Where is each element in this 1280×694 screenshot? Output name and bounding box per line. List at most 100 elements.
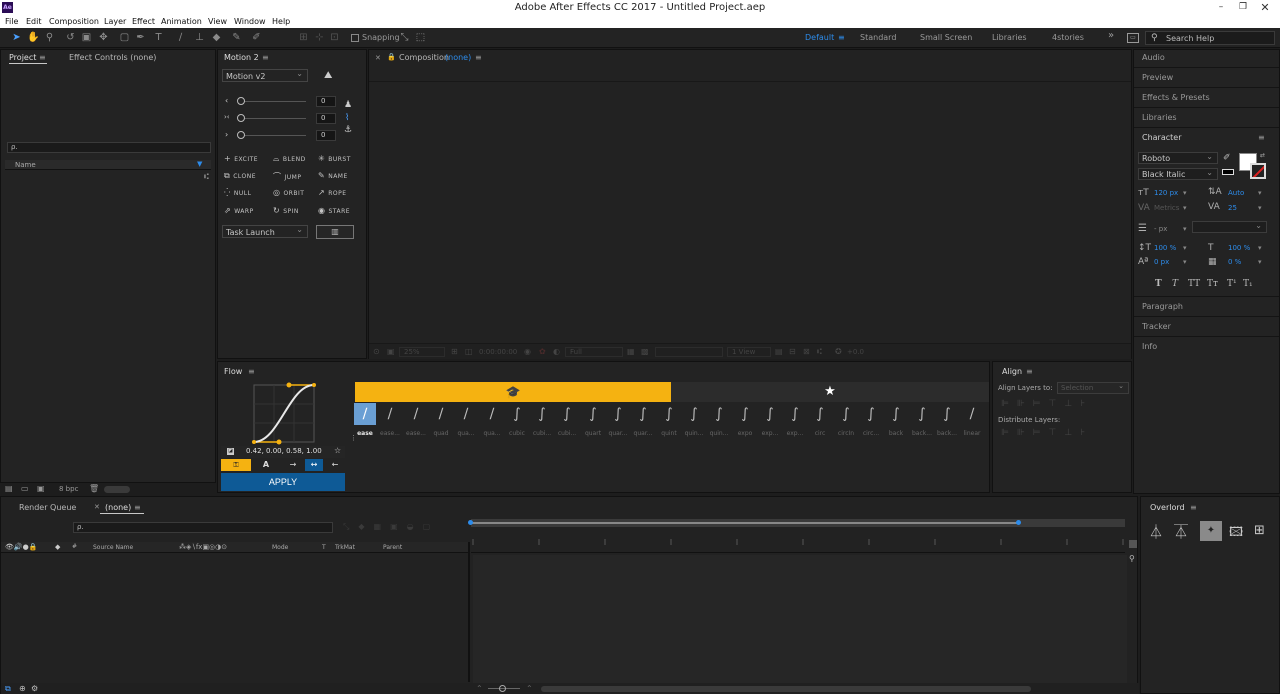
ease-curve-icon[interactable]: ∫: [760, 402, 780, 426]
ease-curve-icon[interactable]: ∕: [355, 402, 375, 426]
flowchart-icon[interactable]: ⑆: [204, 172, 209, 181]
align-menu-icon[interactable]: ≡: [1026, 367, 1033, 376]
ease-curve-icon[interactable]: ∫: [659, 402, 679, 426]
apply-button[interactable]: APPLY: [221, 473, 345, 491]
camera-view-dropdown[interactable]: [655, 347, 723, 357]
ease-preset-label[interactable]: quad: [430, 430, 452, 437]
ease-curve-icon[interactable]: ∫: [836, 402, 856, 426]
leading-chevron-icon[interactable]: ▾: [1258, 189, 1262, 197]
axis-world-icon[interactable]: ⊹: [313, 31, 326, 44]
timeline-splitter[interactable]: [468, 542, 470, 682]
snapshot-icon[interactable]: ◉: [524, 347, 531, 356]
menu-window[interactable]: Window: [234, 17, 266, 26]
slider-knob-2[interactable]: [237, 114, 245, 122]
tab-effect-controls[interactable]: Effect Controls (none): [69, 53, 156, 62]
project-menu-icon[interactable]: ≡: [39, 53, 46, 62]
flow-menu-icon[interactable]: ≡: [248, 367, 255, 376]
panel-info[interactable]: Info: [1142, 342, 1157, 351]
workspace-menu-icon[interactable]: ≡: [838, 33, 845, 42]
ease-preset-label[interactable]: ease...: [379, 430, 401, 437]
ease-curve-icon[interactable]: ∫: [557, 402, 577, 426]
close-timeline-icon[interactable]: ✕: [94, 503, 100, 511]
bezier-curve-graph[interactable]: [220, 380, 345, 446]
superscript-button[interactable]: T¹: [1227, 279, 1237, 289]
resolution-dropdown[interactable]: Full: [565, 347, 623, 357]
black-white-swatch-icon[interactable]: [1222, 169, 1234, 175]
tracking-value[interactable]: 25: [1228, 204, 1237, 212]
ease-preset-label[interactable]: quar...: [607, 430, 629, 437]
kerning-chevron-icon[interactable]: ▾: [1183, 204, 1187, 212]
ease-preset-label[interactable]: circ...: [860, 430, 882, 437]
eraser-tool-icon[interactable]: ◆: [210, 31, 223, 44]
tsume-value[interactable]: 0 %: [1228, 258, 1241, 266]
ease-curve-icon[interactable]: ∕: [380, 402, 400, 426]
work-area-start-handle[interactable]: [468, 520, 473, 525]
source-name-header[interactable]: Source Name: [93, 544, 133, 551]
ease-curve-icon[interactable]: ∫: [709, 402, 729, 426]
baseline-shift-chevron-icon[interactable]: ▾: [1183, 258, 1187, 266]
switches-header-icons[interactable]: ⁂◈∖fx▣◎◑⊙: [179, 543, 227, 551]
menu-help[interactable]: Help: [272, 17, 290, 26]
ease-preset-label[interactable]: linear: [961, 430, 983, 437]
ease-preset-label[interactable]: cubic: [506, 430, 528, 437]
ease-curve-icon[interactable]: ∫: [684, 402, 704, 426]
menu-file[interactable]: File: [5, 17, 18, 26]
swap-colors-icon[interactable]: ⇄: [1260, 152, 1265, 159]
render-time-icon[interactable]: ⚙: [31, 684, 38, 693]
stroke-style-dropdown[interactable]: [1192, 221, 1267, 233]
ease-curve-icon[interactable]: ∫: [785, 402, 805, 426]
timeline-switch-icons[interactable]: ⤡◆▦▣◒▢: [343, 522, 439, 532]
name-column-label[interactable]: Name: [15, 161, 36, 169]
snapping-checkbox[interactable]: [351, 34, 359, 42]
baseline-shift-value[interactable]: 0 px: [1154, 258, 1169, 266]
ease-curve-icon[interactable]: ∫: [861, 402, 881, 426]
menu-layer[interactable]: Layer: [104, 17, 126, 26]
panel-audio[interactable]: Audio: [1142, 53, 1165, 62]
font-size-chevron-icon[interactable]: ▾: [1183, 189, 1187, 197]
menu-animation[interactable]: Animation: [161, 17, 202, 26]
ease-curve-icon[interactable]: ∫: [583, 402, 603, 426]
axis-local-icon[interactable]: ⊞: [297, 31, 310, 44]
ease-preset-label[interactable]: quin...: [683, 430, 705, 437]
zoom-slider-knob[interactable]: [499, 685, 506, 692]
composition-name[interactable]: (none): [445, 53, 471, 62]
brush-tool-icon[interactable]: ∕: [174, 31, 187, 44]
hand-tool-icon[interactable]: ✋: [27, 31, 40, 44]
interpret-footage-icon[interactable]: ▤: [5, 484, 13, 493]
flow-panel-title[interactable]: Flow: [224, 367, 242, 376]
composition-menu-icon[interactable]: ≡: [475, 53, 482, 62]
ease-preset-label[interactable]: back: [885, 430, 907, 437]
image-transfer-icon[interactable]: 🖾: [1229, 523, 1243, 545]
faux-bold-button[interactable]: T: [1155, 279, 1162, 289]
name-button[interactable]: ✎ NAME: [318, 171, 348, 180]
jump-button[interactable]: ⌒ JUMP: [273, 171, 301, 182]
bit-depth-label[interactable]: 8 bpc: [59, 485, 78, 493]
align-to-dropdown[interactable]: Selection: [1057, 382, 1129, 394]
add-shape-icon[interactable]: ⊞: [1254, 523, 1265, 538]
search-help-field[interactable]: ⚲ Search Help: [1145, 31, 1275, 45]
panel-libraries[interactable]: Libraries: [1142, 113, 1177, 122]
slider-knob-1[interactable]: [237, 97, 245, 105]
timeline-track-area[interactable]: [473, 555, 1127, 683]
tab-project[interactable]: Project: [9, 53, 36, 62]
sort-chevron-icon[interactable]: ▼: [197, 160, 202, 168]
leading-value[interactable]: Auto: [1228, 189, 1244, 197]
ease-curve-icon[interactable]: ∫: [735, 402, 755, 426]
ease-curve-icon[interactable]: ∕: [962, 402, 982, 426]
timeline-icon[interactable]: ⊠: [803, 347, 810, 356]
show-snapshot-icon[interactable]: ◐: [553, 347, 560, 356]
toggle-pixel-aspect-icon[interactable]: ▤: [775, 347, 783, 356]
ease-preset-label[interactable]: back...: [911, 430, 933, 437]
transfer-options-icon[interactable]: ✦: [1200, 521, 1222, 541]
subscript-button[interactable]: T₁: [1243, 279, 1253, 289]
excite-button[interactable]: + EXCITE: [224, 154, 258, 163]
workspace-standard[interactable]: Standard: [860, 33, 896, 42]
menu-edit[interactable]: Edit: [26, 17, 42, 26]
more-workspaces-icon[interactable]: »: [1108, 30, 1114, 41]
close-icon[interactable]: ✕: [1254, 0, 1276, 15]
task-launch-dropdown[interactable]: Task Launch: [222, 225, 308, 238]
tab-none-timeline[interactable]: (none): [105, 503, 131, 512]
menu-view[interactable]: View: [208, 17, 227, 26]
snap-feather-icon[interactable]: ⬚: [414, 31, 427, 44]
transfer-controls-icon[interactable]: ⊕: [19, 684, 26, 693]
